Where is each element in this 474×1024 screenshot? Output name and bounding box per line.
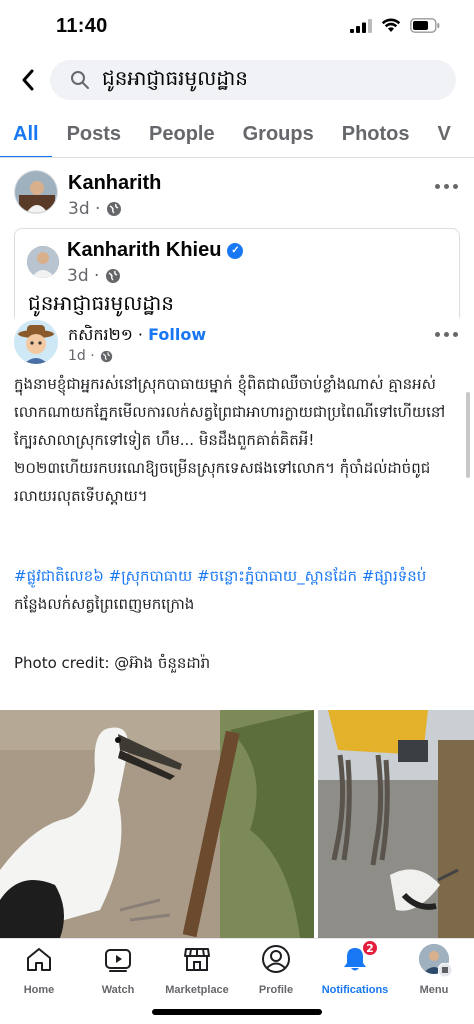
embedded-post-meta: 1d · [68,348,113,364]
post-image-screenshot[interactable]: កសិករ២១ · Follow 1d · ក្នុងនាមខ្ញុំជាអ្ន… [0,318,474,938]
marketplace-icon [184,948,210,971]
embedded-photos [0,710,474,938]
shared-post-author[interactable]: Kanharith Khieu ✓ [67,239,244,262]
embedded-post-hashtags: #ផ្លូវជាតិលេខ៦ #ស្រុកបាធាយ #ចន្លោះភ្នំបា… [14,562,454,618]
shared-post-meta: 3d · [67,266,121,286]
tab-all[interactable]: All [0,112,51,157]
embedded-more-icon [432,324,460,344]
tab-videos[interactable]: V [438,112,451,157]
search-icon [71,71,89,89]
stork-photo [0,710,314,938]
globe-icon [107,202,122,216]
notification-badge: 2 [361,939,379,957]
post-time: 3d · [68,199,101,219]
hashtag: #ចន្លោះភ្នំបាធាយ_ស្ពានដែក [197,567,358,585]
search-query: ជូនអាជ្ញាធរមូលដ្ឋាន [102,66,248,90]
hashtag: #ស្រុកបាធាយ [108,567,193,585]
back-arrow-icon [22,69,34,91]
more-options-button[interactable] [432,176,460,196]
tab-people[interactable]: People [149,112,215,157]
embedded-post-time: 1d · [68,348,95,364]
wifi-icon [381,18,401,32]
hanging-birds-photo [318,710,474,938]
search-input[interactable]: ជូនអាជ្ញាធរមូលដ្ឋាន [50,60,456,100]
nav-watch-label: Watch [101,984,135,996]
tab-posts[interactable]: Posts [67,112,121,157]
photo-credit: Photo credit: @អ៊ាង ចំនួនដារ៉ា [14,654,211,672]
shared-post-time: 3d · [67,266,100,286]
shared-author-avatar[interactable] [27,246,59,278]
nav-home[interactable]: Home [0,943,79,996]
embedded-post-body: ក្នុងនាមខ្ញុំជាអ្នករស់នៅស្រុកបាធាយម្នាក់… [14,375,446,505]
home-indicator [152,1009,322,1015]
scroll-indicator [466,392,470,478]
embedded-author-avatar [14,320,58,364]
nav-notifications-label: Notifications [321,984,389,996]
search-header: ជូនអាជ្ញាធរមូលដ្ឋាន [0,56,474,108]
nav-menu[interactable]: Menu [394,943,474,996]
tab-photos[interactable]: Photos [342,112,410,157]
search-filter-tabs: All Posts People Groups Photos V [0,112,474,158]
globe-icon [100,350,112,362]
watch-icon [105,949,131,972]
nav-marketplace-label: Marketplace [165,984,229,996]
shared-post-caption: ជូនអាជ្ញាធរមូលដ្ឋាន [28,291,174,315]
cellular-signal-icon [350,18,372,33]
nav-marketplace[interactable]: Marketplace [157,943,237,996]
profile-icon [262,945,290,973]
nav-notifications[interactable]: 2 Notifications [315,939,395,996]
status-time: 11:40 [56,15,108,37]
status-icons [350,18,440,33]
post-author[interactable]: Kanharith [68,172,161,195]
post-meta: 3d · [68,199,122,219]
author-avatar[interactable] [14,170,58,214]
menu-hamburger-icon [438,963,452,977]
nav-profile-label: Profile [258,984,294,996]
globe-icon [106,269,121,283]
home-icon [27,948,51,971]
hashtag: #ផ្សារទំនប់ [361,567,427,585]
status-bar: 11:40 [0,0,474,56]
verified-badge-icon: ✓ [227,242,244,259]
tab-groups[interactable]: Groups [243,112,314,157]
battery-icon [410,18,440,33]
nav-home-label: Home [23,984,55,996]
follow-link: Follow [148,325,207,344]
nav-menu-label: Menu [419,984,449,996]
nav-profile[interactable]: Profile [236,943,316,996]
nav-watch[interactable]: Watch [78,943,158,996]
hashtag: #ផ្លូវជាតិលេខ៦ [14,567,104,585]
embedded-post-author: កសិករ២១ · Follow [68,325,207,344]
hashtags-suffix: កន្លែងលក់សត្វព្រៃពេញមកក្រោង [14,595,195,613]
back-button[interactable] [16,64,40,96]
